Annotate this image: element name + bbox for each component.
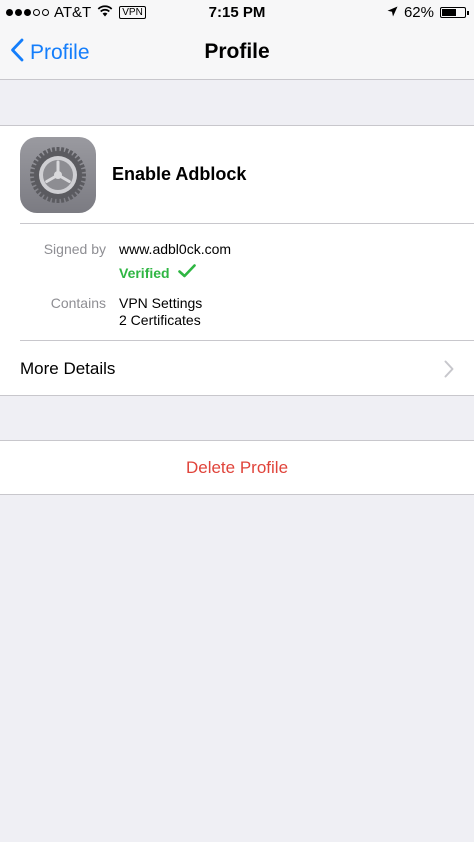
more-details-row[interactable]: More Details	[0, 341, 474, 396]
battery-percent: 62%	[403, 4, 434, 21]
divider	[20, 223, 474, 224]
battery-icon	[440, 7, 469, 18]
verified-label: Verified	[119, 264, 170, 281]
contains-item-vpn-settings: VPN Settings	[119, 295, 203, 311]
more-details-label: More Details	[20, 359, 116, 378]
contains-label: Contains	[50, 295, 106, 311]
status-right: 62%	[387, 4, 469, 21]
gear-tooth	[80, 173, 86, 177]
signed-by-value: www.adbl0ck.com	[119, 241, 232, 257]
checkmark-icon	[177, 264, 196, 281]
profile-card: Enable Adblock Signed by www.adbl0ck.com…	[0, 125, 474, 396]
battery-fill	[442, 9, 456, 16]
page-title: Profile	[204, 40, 270, 63]
signed-by-label: Signed by	[43, 241, 106, 257]
delete-profile-button[interactable]: Delete Profile	[0, 440, 474, 495]
location-arrow-icon	[387, 4, 398, 21]
gear-tooth	[56, 197, 60, 203]
gear-tooth	[56, 147, 60, 153]
navigation-bar: Profile Profile	[0, 26, 474, 80]
chevron-right-icon	[444, 360, 454, 383]
contains-item-certificates: 2 Certificates	[119, 312, 201, 328]
settings-gear-icon	[20, 137, 96, 213]
status-bar: AT&T VPN 7:15 PM 62%	[0, 0, 474, 26]
gear-tooth	[30, 173, 36, 177]
profile-name: Enable Adblock	[112, 164, 247, 184]
verified-status: Verified	[119, 264, 196, 281]
delete-profile-label: Delete Profile	[185, 458, 289, 477]
battery-cap	[467, 11, 469, 15]
